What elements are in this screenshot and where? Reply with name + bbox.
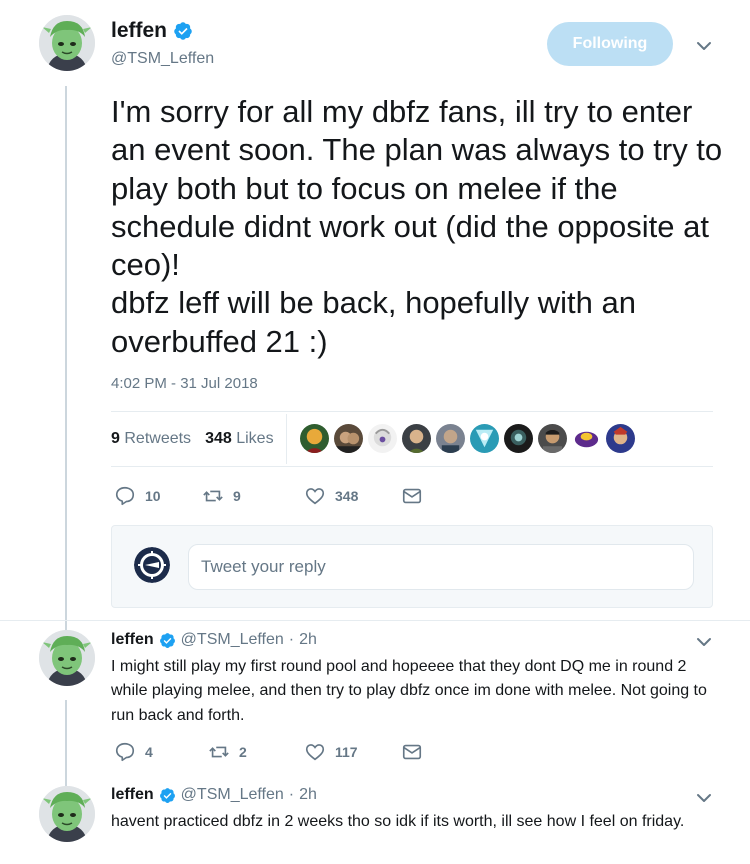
reply-count: 10 [145, 488, 161, 504]
reply-text: I might still play my first round pool a… [111, 658, 707, 724]
reply-composer [111, 525, 713, 608]
liker-avatar[interactable] [402, 424, 431, 453]
reply-input[interactable] [188, 544, 694, 590]
likes-count: 348 [205, 430, 232, 447]
chevron-down-icon[interactable] [694, 788, 714, 808]
reply-time[interactable]: 2h [299, 631, 317, 649]
current-user-avatar[interactable] [134, 547, 170, 583]
tweet-text: I'm sorry for all my dbfz fans, ill try … [111, 94, 723, 359]
retweets-label: Retweets [124, 430, 192, 447]
verified-badge-icon [173, 21, 193, 41]
message-icon [401, 485, 423, 507]
retweet-action[interactable]: 2 [208, 741, 247, 763]
following-button[interactable]: Following [547, 22, 673, 66]
reply-count: 4 [145, 744, 153, 760]
like-icon [304, 741, 326, 763]
message-action[interactable] [401, 485, 423, 507]
message-icon [401, 741, 423, 763]
divider [111, 466, 713, 467]
tweet-stats: 9 Retweets 348 Likes [111, 430, 274, 448]
tweet-timestamp[interactable]: 4:02 PM - 31 Jul 2018 [111, 375, 258, 392]
reply-author-handle[interactable]: @TSM_Leffen [181, 631, 284, 649]
divider [0, 620, 750, 621]
like-count: 117 [335, 744, 358, 760]
avatar[interactable] [39, 15, 95, 71]
reply-action[interactable]: 4 [114, 741, 153, 763]
reply-time[interactable]: 2h [299, 786, 317, 804]
liker-avatar[interactable] [334, 424, 363, 453]
likes-label: Likes [236, 430, 274, 447]
chevron-down-icon[interactable] [694, 36, 714, 56]
liker-avatar[interactable] [538, 424, 567, 453]
liker-avatar[interactable] [606, 424, 635, 453]
chevron-down-icon[interactable] [694, 632, 714, 652]
retweet-count: 9 [233, 488, 241, 504]
reply-action[interactable]: 10 [114, 485, 161, 507]
separator-dot: · [288, 786, 295, 803]
reply-header: leffen @TSM_Leffen · 2h [111, 786, 317, 804]
thread-line [65, 700, 67, 788]
avatar[interactable] [39, 630, 95, 686]
divider [111, 411, 713, 412]
author-name-text[interactable]: leffen [111, 19, 167, 43]
liker-avatar[interactable] [300, 424, 329, 453]
retweet-icon [202, 485, 224, 507]
author-handle[interactable]: @TSM_Leffen [111, 50, 214, 68]
liker-avatar[interactable] [436, 424, 465, 453]
liker-avatar[interactable] [504, 424, 533, 453]
reply-author-handle[interactable]: @TSM_Leffen [181, 786, 284, 804]
liker-avatars [300, 424, 635, 453]
author-name[interactable]: leffen [111, 19, 193, 43]
liker-avatar[interactable] [470, 424, 499, 453]
liker-avatar[interactable] [368, 424, 397, 453]
like-count: 348 [335, 488, 359, 504]
reply-text: havent practiced dbfz in 2 weeks tho so … [111, 813, 685, 830]
retweet-icon [208, 741, 230, 763]
retweet-action[interactable]: 9 [202, 485, 241, 507]
likes-stat[interactable]: 348 Likes [205, 430, 274, 448]
divider [286, 414, 287, 464]
reply-author-name[interactable]: leffen [111, 786, 154, 804]
separator-dot: · [288, 631, 295, 648]
liker-avatar[interactable] [572, 424, 601, 453]
reply-icon [114, 485, 136, 507]
reply-icon [114, 741, 136, 763]
thread-line [65, 86, 67, 632]
message-action[interactable] [401, 741, 423, 763]
reply-author-name[interactable]: leffen [111, 631, 154, 649]
verified-badge-icon [159, 787, 176, 804]
like-icon [304, 485, 326, 507]
like-action[interactable]: 117 [304, 741, 358, 763]
verified-badge-icon [159, 632, 176, 649]
retweets-count: 9 [111, 430, 120, 447]
retweet-count: 2 [239, 744, 247, 760]
reply-header: leffen @TSM_Leffen · 2h [111, 631, 317, 649]
like-action[interactable]: 348 [304, 485, 358, 507]
retweets-stat[interactable]: 9 Retweets [111, 430, 191, 448]
avatar[interactable] [39, 786, 95, 842]
